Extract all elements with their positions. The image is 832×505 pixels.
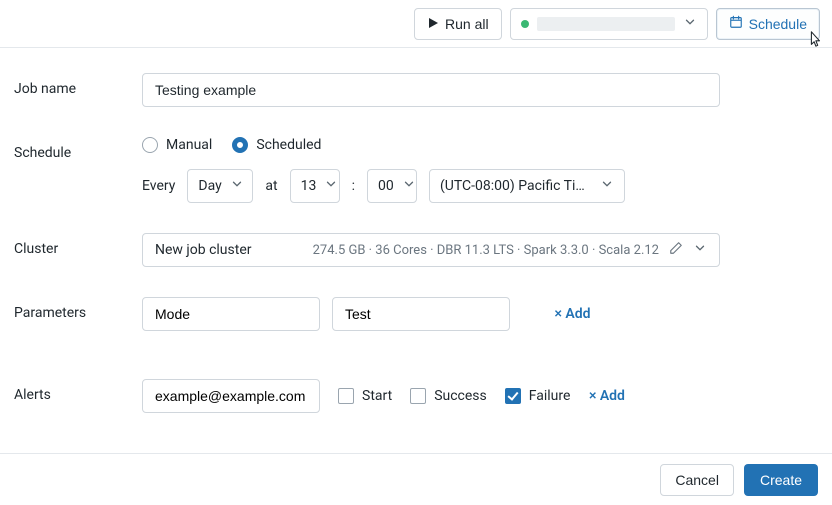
top-toolbar: Run all Schedule bbox=[0, 0, 832, 48]
add-alert-link[interactable]: Add bbox=[588, 388, 625, 404]
checkbox-icon bbox=[410, 388, 426, 404]
add-parameter-link[interactable]: Add bbox=[554, 306, 591, 322]
form-scroll-area[interactable]: Job name Schedule Manual Schedu bbox=[0, 49, 832, 453]
jobname-input[interactable] bbox=[142, 73, 720, 107]
radio-manual-label: Manual bbox=[166, 137, 212, 153]
interval-value: Day bbox=[198, 178, 221, 194]
schedule-button[interactable]: Schedule bbox=[716, 8, 820, 40]
alerts-label: Alerts bbox=[14, 379, 142, 403]
cluster-name: New job cluster bbox=[155, 242, 252, 258]
parameters-label: Parameters bbox=[14, 297, 142, 321]
chevron-down-icon bbox=[600, 177, 614, 195]
alert-success-checkbox[interactable]: Success bbox=[410, 388, 487, 404]
calendar-icon bbox=[729, 15, 743, 32]
schedule-radio-scheduled[interactable]: Scheduled bbox=[232, 137, 321, 153]
cancel-button[interactable]: Cancel bbox=[660, 464, 734, 496]
chevron-down-icon bbox=[324, 177, 338, 195]
alert-start-label: Start bbox=[362, 388, 392, 404]
chevron-down-icon bbox=[402, 177, 416, 195]
compute-redacted-name bbox=[537, 17, 675, 31]
schedule-label: Schedule bbox=[749, 16, 807, 32]
pencil-icon[interactable] bbox=[669, 241, 683, 259]
checkbox-checked-icon bbox=[505, 388, 521, 404]
radio-off-icon bbox=[142, 137, 158, 153]
create-button[interactable]: Create bbox=[744, 464, 818, 496]
hour-value: 13 bbox=[301, 178, 317, 194]
timezone-value: (UTC-08:00) Pacific Ti… bbox=[440, 178, 585, 194]
cluster-label: Cluster bbox=[14, 233, 142, 257]
chevron-down-icon bbox=[230, 177, 244, 195]
param-value-input[interactable] bbox=[332, 297, 510, 331]
chevron-down-icon bbox=[683, 15, 697, 33]
alert-failure-label: Failure bbox=[529, 388, 571, 404]
minute-value: 00 bbox=[378, 178, 394, 194]
checkbox-icon bbox=[338, 388, 354, 404]
jobname-label: Job name bbox=[14, 73, 142, 97]
interval-select[interactable]: Day bbox=[187, 169, 253, 203]
timezone-select[interactable]: (UTC-08:00) Pacific Ti… bbox=[429, 169, 625, 203]
alert-failure-checkbox[interactable]: Failure bbox=[505, 388, 571, 404]
cursor-icon bbox=[806, 30, 824, 52]
at-word: at bbox=[265, 178, 277, 194]
radio-on-icon bbox=[232, 137, 248, 153]
play-icon bbox=[427, 16, 439, 32]
schedule-radio-group: Manual Scheduled bbox=[142, 137, 722, 153]
alert-success-label: Success bbox=[434, 388, 487, 404]
cluster-select[interactable]: New job cluster 274.5 GB · 36 Cores · DB… bbox=[142, 233, 720, 267]
alert-start-checkbox[interactable]: Start bbox=[338, 388, 392, 404]
schedule-radio-manual[interactable]: Manual bbox=[142, 137, 212, 153]
chevron-down-icon bbox=[693, 241, 707, 259]
run-all-button[interactable]: Run all bbox=[414, 8, 502, 40]
minute-select[interactable]: 00 bbox=[367, 169, 417, 203]
every-word: Every bbox=[142, 178, 175, 194]
alerts-row: Start Success Failure Add bbox=[142, 379, 722, 413]
parameter-row: Add bbox=[142, 297, 722, 331]
compute-dropdown[interactable] bbox=[510, 8, 708, 40]
run-all-label: Run all bbox=[445, 16, 489, 32]
hour-select[interactable]: 13 bbox=[290, 169, 340, 203]
schedule-config-row: Every Day at 13 : 00 bbox=[142, 169, 722, 203]
cluster-stats: 274.5 GB · 36 Cores · DBR 11.3 LTS · Spa… bbox=[313, 243, 659, 258]
time-colon: : bbox=[352, 178, 355, 194]
status-dot-icon bbox=[521, 20, 529, 28]
param-key-input[interactable] bbox=[142, 297, 320, 331]
radio-scheduled-label: Scheduled bbox=[256, 137, 321, 153]
dialog-footer: Cancel Create bbox=[0, 453, 832, 505]
alert-email-input[interactable] bbox=[142, 379, 320, 413]
schedule-section-label: Schedule bbox=[14, 137, 142, 161]
